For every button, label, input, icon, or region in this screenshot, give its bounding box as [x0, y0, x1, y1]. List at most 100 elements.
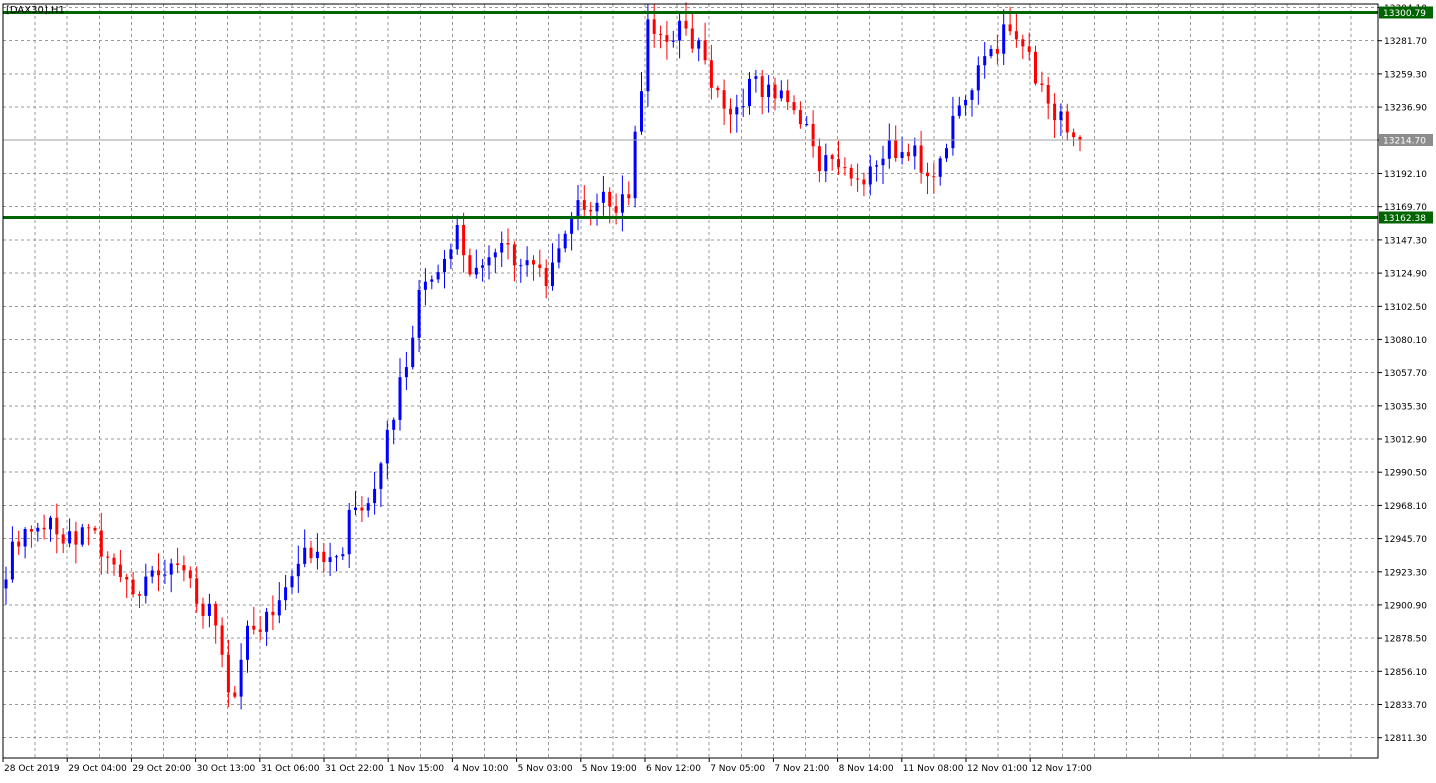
candle-body: [430, 279, 434, 282]
candle-body: [786, 90, 790, 103]
candle-body: [112, 557, 116, 565]
candle-body: [741, 106, 745, 108]
candle-body: [964, 99, 968, 106]
candle-body: [411, 337, 415, 368]
candle-body: [17, 541, 21, 547]
candle-body: [932, 176, 936, 178]
candle-body: [659, 33, 663, 36]
level-label: 13300.79: [1383, 9, 1426, 19]
candle-body: [157, 570, 160, 576]
candle-body: [754, 76, 758, 79]
candle-body: [360, 507, 364, 511]
candle-body: [900, 152, 904, 158]
candle-body: [118, 564, 122, 577]
candle-body: [4, 579, 8, 589]
candle-body: [265, 611, 269, 632]
candle-body: [106, 556, 110, 558]
candle-body: [315, 551, 319, 559]
candle-body: [881, 158, 885, 166]
candle-body: [226, 654, 230, 693]
y-tick-label: 12900.90: [1384, 601, 1427, 611]
candle-body: [296, 563, 300, 577]
candle-body: [1040, 83, 1044, 85]
candle-body: [945, 148, 948, 159]
price-chart[interactable]: 13304.1013281.7013259.3013236.9013214.70…: [0, 0, 1436, 779]
candle-body: [131, 579, 135, 595]
x-tick-label: 12 Nov 01:00: [967, 764, 1028, 774]
candle-body: [150, 570, 154, 577]
candle-body: [748, 78, 751, 107]
chart-title: [DAX30],H1: [6, 5, 65, 16]
candle-body: [970, 90, 974, 100]
y-tick-label: 13080.10: [1384, 336, 1427, 346]
grid: [3, 4, 1378, 758]
candle-body: [290, 576, 294, 588]
candle-body: [246, 625, 249, 660]
candle-body: [392, 419, 396, 430]
candle-body: [68, 531, 72, 544]
y-tick-label: 13192.10: [1384, 170, 1427, 180]
candle-body: [957, 105, 961, 116]
candle-body: [976, 65, 980, 91]
candle-body: [1053, 103, 1057, 121]
candle-body: [74, 531, 78, 545]
candle-body: [582, 200, 586, 210]
x-tick-label: 29 Oct 20:00: [132, 764, 191, 774]
candle-body: [729, 108, 732, 115]
y-tick-label: 13012.90: [1384, 436, 1427, 446]
candle-body: [652, 19, 656, 34]
candle-body: [258, 629, 262, 632]
current-price-label: 13214.70: [1383, 137, 1426, 147]
x-tick-label: 29 Oct 04:00: [68, 764, 127, 774]
axes: [2, 3, 1382, 762]
candle-body: [1002, 24, 1006, 54]
candle-body: [417, 289, 421, 338]
chart-svg[interactable]: 13304.1013281.7013259.3013236.9013214.70…: [0, 0, 1436, 779]
candle-body: [55, 517, 59, 535]
candle-body: [462, 225, 466, 256]
candle-body: [640, 91, 643, 132]
horizontal-levels: [3, 11, 1378, 219]
candle-body: [506, 243, 510, 245]
candle-body: [493, 252, 497, 258]
x-tick-label: 6 Nov 12:00: [646, 764, 701, 774]
candle-body: [474, 267, 478, 275]
candle-body: [767, 84, 771, 97]
y-tick-label: 12945.70: [1384, 535, 1427, 545]
candle-body: [843, 167, 847, 169]
candle-body: [239, 659, 243, 697]
candle-body: [233, 692, 237, 697]
candle-body: [926, 172, 929, 177]
candle-body: [570, 216, 574, 234]
candle-body: [678, 20, 682, 41]
candle-body: [309, 547, 313, 559]
plot-frame: [2, 3, 1379, 759]
candle-body: [938, 158, 942, 177]
candle-body: [252, 625, 256, 630]
candle-body: [995, 49, 999, 54]
x-tick-label: 28 Oct 2019: [4, 764, 60, 774]
candle-body: [690, 28, 694, 49]
candle-body: [532, 260, 535, 265]
candle-body: [169, 563, 173, 575]
candle-body: [620, 194, 624, 213]
candle-body: [919, 145, 923, 173]
candle-body: [716, 87, 720, 91]
candle-body: [207, 603, 211, 616]
x-tick-label: 5 Nov 03:00: [518, 764, 573, 774]
candle-body: [99, 530, 103, 557]
candle-body: [125, 576, 129, 580]
candle-body: [703, 40, 707, 61]
candle-body: [87, 527, 91, 529]
y-tick-label: 12968.10: [1384, 502, 1427, 512]
candle-body: [341, 554, 345, 557]
candle-body: [817, 146, 821, 172]
candle-body: [176, 563, 180, 566]
candle-body: [61, 534, 65, 544]
candle-body: [684, 20, 688, 29]
y-tick-label: 12878.50: [1384, 635, 1427, 645]
candle-body: [398, 377, 402, 420]
candle-body: [303, 547, 307, 564]
candle-body: [830, 155, 834, 159]
axis-labels: 13304.1013281.7013259.3013236.9013214.70…: [4, 4, 1433, 774]
